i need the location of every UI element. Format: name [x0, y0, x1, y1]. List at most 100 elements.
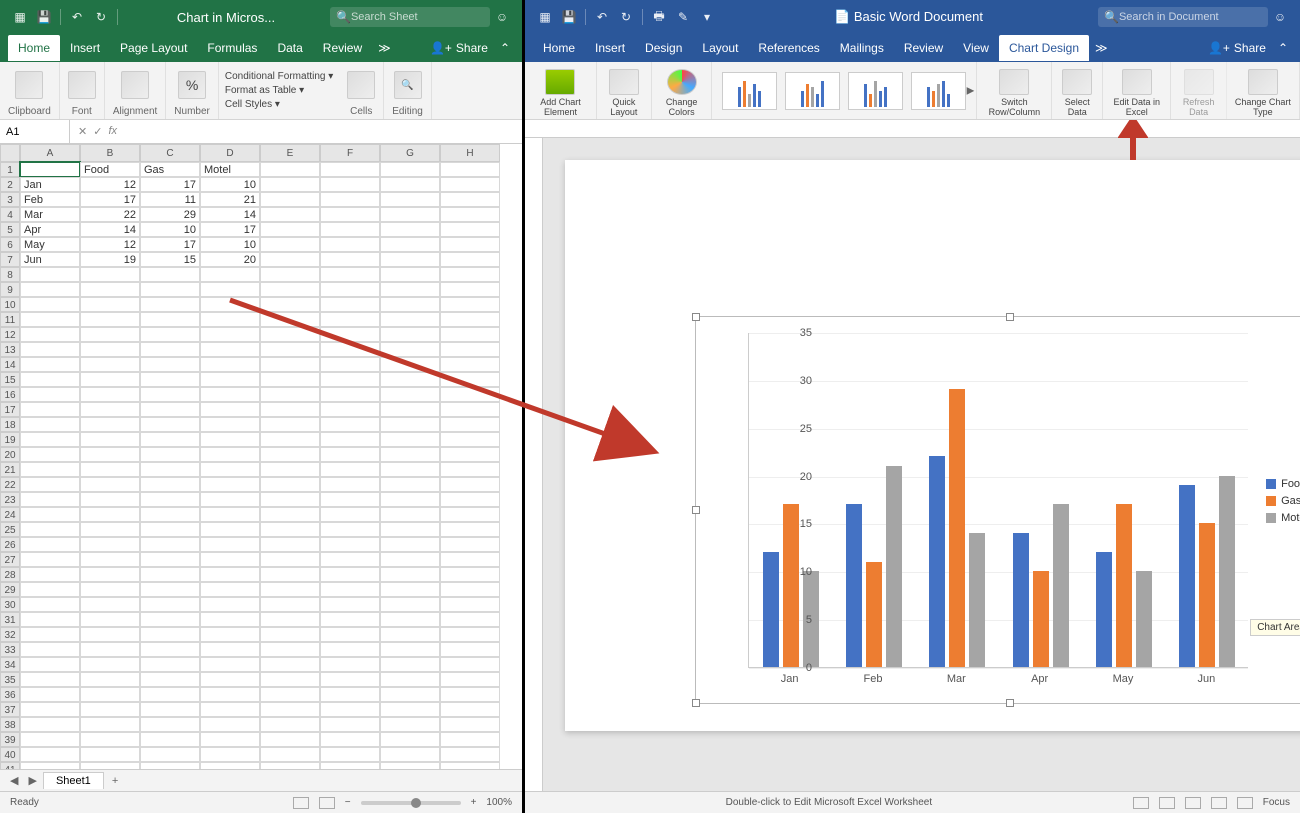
view-draft-icon[interactable]	[1211, 797, 1227, 809]
chart-area[interactable]: 05101520253035 JanFebMarAprMayJun FoodGa…	[702, 323, 1300, 697]
cell-styles[interactable]: Cell Styles ▾	[223, 98, 335, 111]
view-normal-icon[interactable]	[293, 797, 309, 809]
excel-ribbon: Clipboard Font Alignment %Number Conditi…	[0, 62, 522, 120]
tab-insert[interactable]: Insert	[585, 35, 635, 61]
vertical-ruler[interactable]	[525, 138, 543, 791]
plot-area[interactable]	[748, 333, 1248, 668]
word-document-area[interactable]: 05101520253035 JanFebMarAprMayJun FoodGa…	[525, 120, 1300, 791]
add-chart-element[interactable]: Add Chart Element	[525, 62, 597, 119]
save-icon[interactable]: 💾	[36, 9, 52, 25]
tab-chart-design[interactable]: Chart Design	[999, 35, 1089, 61]
group-styles: Conditional Formatting ▾ Format as Table…	[219, 62, 339, 119]
group-cells[interactable]: Cells	[339, 62, 384, 119]
document-page[interactable]: 05101520253035 JanFebMarAprMayJun FoodGa…	[565, 160, 1300, 731]
horizontal-ruler[interactable]	[525, 120, 1300, 138]
word-search-input[interactable]	[1119, 11, 1262, 23]
quick-layout[interactable]: Quick Layout	[597, 62, 652, 119]
conditional-formatting[interactable]: Conditional Formatting ▾	[223, 70, 335, 83]
word-status-bar: Double-click to Edit Microsoft Excel Wor…	[525, 791, 1300, 813]
cancel-icon[interactable]: ✕	[78, 125, 87, 138]
chart-legend[interactable]: FoodGasMotel	[1266, 473, 1300, 529]
view-layout-icon[interactable]	[319, 797, 335, 809]
tab-view[interactable]: View	[953, 35, 999, 61]
share-button[interactable]: 👤+ Share	[1200, 41, 1274, 55]
zoom-out-icon[interactable]: −	[345, 797, 351, 808]
tab-layout[interactable]: Layout	[692, 35, 748, 61]
search-icon: 🔍	[336, 10, 351, 24]
group-number[interactable]: %Number	[166, 62, 219, 119]
redo-icon[interactable]: ↻	[618, 9, 634, 25]
redo-icon[interactable]: ↻	[93, 9, 109, 25]
status-text: Double-click to Edit Microsoft Excel Wor…	[535, 797, 1123, 808]
select-data[interactable]: Select Data	[1052, 62, 1103, 119]
sheet-prev-icon[interactable]: ◀	[6, 774, 22, 787]
tab-data[interactable]: Data	[267, 35, 312, 61]
formula-input[interactable]	[125, 124, 522, 139]
status-text: Ready	[10, 797, 39, 808]
gallery-next-icon[interactable]: ▶	[967, 85, 975, 96]
edit-icon[interactable]: ✎	[675, 9, 691, 25]
edit-data-in-excel[interactable]: Edit Data in Excel	[1103, 62, 1171, 119]
view-focus-icon[interactable]	[1237, 797, 1253, 809]
emoji-icon[interactable]: ☺	[1272, 9, 1288, 25]
resize-handle[interactable]	[692, 313, 700, 321]
excel-grid[interactable]: ABCDEFGH1FoodGasMotel2Jan1217103Feb17112…	[0, 144, 522, 769]
resize-handle[interactable]	[692, 699, 700, 707]
word-title: 📄 Basic Word Document	[719, 9, 1098, 25]
tab-page-layout[interactable]: Page Layout	[110, 35, 197, 61]
tab-review[interactable]: Review	[894, 35, 953, 61]
switch-row-column[interactable]: Switch Row/Column	[977, 62, 1052, 119]
excel-search[interactable]: 🔍	[330, 7, 490, 27]
format-as-table[interactable]: Format as Table ▾	[223, 84, 335, 97]
group-alignment[interactable]: Alignment	[105, 62, 166, 119]
sheet-tab[interactable]: Sheet1	[43, 772, 104, 789]
undo-icon[interactable]: ↶	[69, 9, 85, 25]
tab-review[interactable]: Review	[313, 35, 372, 61]
change-chart-type[interactable]: Change Chart Type	[1227, 62, 1300, 119]
resize-handle[interactable]	[692, 506, 700, 514]
ok-icon[interactable]: ✓	[93, 125, 102, 138]
view-print-icon[interactable]	[1133, 797, 1149, 809]
group-editing[interactable]: 🔍Editing	[384, 62, 432, 119]
dropdown-icon[interactable]: ▾	[699, 9, 715, 25]
word-search[interactable]: 🔍	[1098, 7, 1268, 27]
group-clipboard[interactable]: Clipboard	[0, 62, 60, 119]
emoji-icon[interactable]: ☺	[494, 9, 510, 25]
tab-mailings[interactable]: Mailings	[830, 35, 894, 61]
tabs-more-icon[interactable]: ≫	[1089, 37, 1114, 59]
zoom-slider[interactable]	[361, 801, 461, 805]
view-web-icon[interactable]	[1159, 797, 1175, 809]
fx-icon[interactable]: fx	[108, 125, 117, 138]
save-icon[interactable]: 💾	[561, 9, 577, 25]
undo-icon[interactable]: ↶	[594, 9, 610, 25]
add-sheet-icon[interactable]: +	[106, 775, 124, 787]
search-icon: 🔍	[1104, 10, 1119, 24]
name-box[interactable]: A1	[0, 120, 70, 143]
tab-home[interactable]: Home	[8, 35, 60, 61]
refresh-data[interactable]: Refresh Data	[1171, 62, 1226, 119]
zoom-level[interactable]: 100%	[486, 797, 512, 808]
chart-styles-gallery[interactable]: ▶	[712, 62, 977, 119]
chart-object[interactable]: 05101520253035 JanFebMarAprMayJun FoodGa…	[695, 316, 1300, 704]
tab-formulas[interactable]: Formulas	[197, 35, 267, 61]
focus-label[interactable]: Focus	[1263, 797, 1290, 808]
resize-handle[interactable]	[1006, 699, 1014, 707]
collapse-ribbon-icon[interactable]: ⌃	[1274, 41, 1292, 55]
group-font[interactable]: Font	[60, 62, 105, 119]
zoom-in-icon[interactable]: +	[471, 797, 477, 808]
tab-design[interactable]: Design	[635, 35, 692, 61]
resize-handle[interactable]	[1006, 313, 1014, 321]
tab-home[interactable]: Home	[533, 35, 585, 61]
excel-window: ▦ 💾 ↶ ↻ Chart in Micros... 🔍 ☺ Home Inse…	[0, 0, 525, 813]
sheet-next-icon[interactable]: ▶	[24, 774, 40, 787]
view-outline-icon[interactable]	[1185, 797, 1201, 809]
tab-insert[interactable]: Insert	[60, 35, 110, 61]
excel-search-input[interactable]	[351, 11, 484, 23]
tabs-more-icon[interactable]: ≫	[372, 37, 397, 59]
change-colors[interactable]: Change Colors	[652, 62, 712, 119]
print-icon[interactable]: 🖶	[651, 9, 667, 25]
share-button[interactable]: 👤+ Share	[422, 41, 496, 55]
sheet-tabs: ◀ ▶ Sheet1 +	[0, 769, 522, 791]
collapse-ribbon-icon[interactable]: ⌃	[496, 41, 514, 55]
tab-references[interactable]: References	[748, 35, 829, 61]
